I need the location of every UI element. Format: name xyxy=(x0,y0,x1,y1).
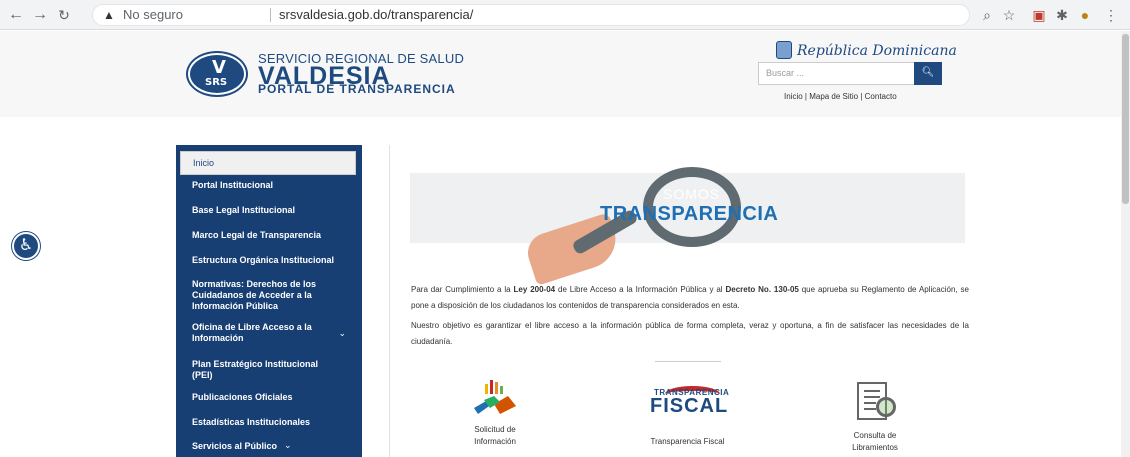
logo-v: V xyxy=(212,57,226,78)
back-icon[interactable]: ← xyxy=(6,5,26,25)
law-ref: Ley 200-04 xyxy=(513,285,556,294)
menu-icon[interactable]: ⋮ xyxy=(1102,6,1120,24)
fiscal-label[interactable]: Transparencia Fiscal xyxy=(640,436,735,448)
sidebar-item-estructura[interactable]: Estructura Orgánica Institucional xyxy=(180,255,356,266)
browser-toolbar: ← → ↻ ▲ No seguro srsvaldesia.gob.do/tra… xyxy=(0,0,1130,30)
search-icon[interactable]: 🔍︎ xyxy=(914,62,942,85)
separator xyxy=(270,8,271,22)
pdf-extension-icon[interactable]: ▣ xyxy=(1030,6,1048,24)
divider xyxy=(389,145,390,457)
star-icon[interactable]: ☆ xyxy=(1000,6,1018,24)
sidebar-item-marco-legal[interactable]: Marco Legal de Transparencia xyxy=(180,230,356,241)
srs-logo[interactable]: V SRS xyxy=(188,53,246,95)
address-bar[interactable]: ▲ No seguro srsvaldesia.gob.do/transpare… xyxy=(92,4,970,26)
republic-label: República Dominicana xyxy=(797,43,957,59)
sidebar-item-estadisticas[interactable]: Estadísticas Institucionales xyxy=(180,417,356,428)
chevron-down-icon[interactable]: ⌄ xyxy=(338,328,346,339)
sidebar-item-servicios[interactable]: Servicios al Público xyxy=(180,441,277,452)
transparencia-fiscal-logo[interactable]: TRANSPARENCIA FISCAL xyxy=(640,386,735,426)
reload-icon[interactable]: ↻ xyxy=(54,5,74,25)
sidebar-item-normativas[interactable]: Normativas: Derechos de los Cuidadanos d… xyxy=(180,279,340,312)
decree-ref: Decreto No. 130-05 xyxy=(725,285,799,294)
security-label: No seguro xyxy=(123,7,183,22)
sidebar-item-publicaciones[interactable]: Publicaciones Oficiales xyxy=(180,392,356,403)
magnifier-icon xyxy=(876,397,896,417)
zoom-icon[interactable]: ⌕ xyxy=(978,6,996,24)
coat-of-arms-icon xyxy=(776,41,792,59)
scrollbar-thumb[interactable] xyxy=(1122,34,1129,204)
solicitud-icon[interactable] xyxy=(470,378,520,418)
logo-srs: SRS xyxy=(205,77,228,88)
profile-avatar-icon[interactable]: ● xyxy=(1076,6,1094,24)
banner-word: TRANSPARENCIA xyxy=(600,203,779,225)
search-input[interactable]: Buscar ... xyxy=(766,68,804,78)
text: Para dar Cumplimiento a la xyxy=(411,285,514,294)
transparency-banner: SOMOS TRANSPARENCIA xyxy=(410,167,965,286)
separator-line xyxy=(655,361,721,362)
top-links[interactable]: Inicio | Mapa de Sitio | Contacto xyxy=(784,92,897,101)
consulta-label[interactable]: Consulta de Libramientos xyxy=(845,430,905,454)
sidebar-item-oficina[interactable]: Oficina de Libre Acceso a la Información xyxy=(180,322,330,344)
sidebar: Inicio Portal Institucional Base Legal I… xyxy=(176,145,362,457)
accessibility-icon[interactable]: ♿︎ xyxy=(12,232,40,260)
url-text: srsvaldesia.gob.do/transparencia/ xyxy=(279,7,474,22)
objective-paragraph: Nuestro objetivo es garantizar el libre … xyxy=(411,321,969,346)
sidebar-item-portal[interactable]: Portal Institucional xyxy=(180,180,356,191)
sidebar-item-pei[interactable]: Plan Estratégico Institucional (PEI) xyxy=(180,359,330,381)
intro-paragraph: Para dar Cumplimiento a la Ley 200-04 de… xyxy=(411,282,969,314)
forward-icon[interactable]: → xyxy=(30,5,50,25)
search-box[interactable]: Buscar ... 🔍︎ xyxy=(758,62,942,85)
warning-icon: ▲ xyxy=(103,8,115,22)
text: de Libre Acceso a la Información Pública… xyxy=(555,285,726,294)
fiscal-main-text: FISCAL xyxy=(650,395,729,417)
banner-somos: SOMOS xyxy=(663,186,721,202)
brand-line-3: PORTAL DE TRANSPARENCIA xyxy=(258,82,456,96)
site-header: V SRS SERVICIO REGIONAL DE SALUD VALDESI… xyxy=(0,31,1130,117)
chevron-down-icon[interactable]: ⌄ xyxy=(284,440,292,451)
sidebar-item-base-legal[interactable]: Base Legal Institucional xyxy=(180,205,356,216)
extensions-icon[interactable]: ✱ xyxy=(1053,6,1071,24)
solicitud-label[interactable]: Solicitud de Información xyxy=(465,424,525,448)
sidebar-item-inicio[interactable]: Inicio xyxy=(180,151,356,175)
